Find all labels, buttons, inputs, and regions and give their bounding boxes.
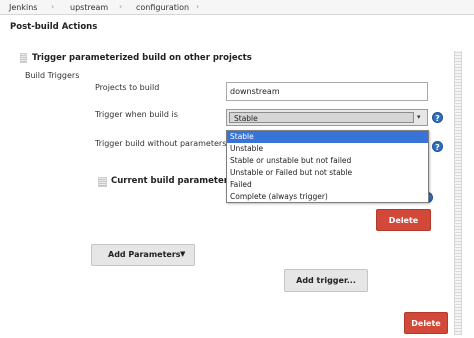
section-title: Post-build Actions <box>10 22 98 32</box>
step-title: Trigger parameterized build on other pro… <box>32 53 252 63</box>
breadcrumb-item-upstream[interactable]: upstream <box>70 3 108 12</box>
add-parameters-button[interactable]: Add Parameters ▼ <box>91 244 195 266</box>
build-triggers-label: Build Triggers <box>25 71 80 80</box>
help-icon[interactable]: ? <box>432 141 443 152</box>
dropdown-option[interactable]: Stable or unstable but not failed <box>227 155 428 167</box>
trigger-when-dropdown-list[interactable]: Stable Unstable Stable or unstable but n… <box>226 130 429 203</box>
breadcrumb-separator-icon: › <box>119 2 123 11</box>
delete-parameter-button[interactable]: Delete <box>376 209 431 231</box>
breadcrumb-separator-icon: › <box>196 2 200 11</box>
help-icon[interactable]: ? <box>432 112 443 123</box>
dropdown-option[interactable]: Stable <box>227 131 428 143</box>
breadcrumb: Jenkins › upstream › configuration › <box>0 0 474 15</box>
breadcrumb-separator-icon: › <box>51 2 55 11</box>
projects-to-build-input[interactable] <box>226 82 428 101</box>
dropdown-option[interactable]: Complete (always trigger) <box>227 191 428 203</box>
drag-handle-icon[interactable] <box>454 51 462 335</box>
chevron-down-icon: ▼ <box>180 250 186 258</box>
trigger-without-parameters-label: Trigger build without parameters <box>95 139 227 148</box>
add-parameters-label: Add Parameters <box>108 250 181 259</box>
drag-handle-icon[interactable] <box>20 53 27 63</box>
dropdown-option[interactable]: Failed <box>227 179 428 191</box>
trigger-when-selected-value: Stable <box>234 114 258 123</box>
breadcrumb-item-jenkins[interactable]: Jenkins <box>9 3 37 12</box>
breadcrumb-item-configuration[interactable]: configuration <box>136 3 189 12</box>
chevron-down-icon[interactable]: ▾ <box>417 113 421 121</box>
projects-to-build-label: Projects to build <box>95 83 160 92</box>
add-trigger-button[interactable]: Add trigger... <box>284 269 368 292</box>
dropdown-option[interactable]: Unstable <box>227 143 428 155</box>
delete-step-button[interactable]: Delete <box>404 312 448 334</box>
current-build-parameters-label: Current build parameters <box>111 176 233 186</box>
trigger-when-select-field[interactable]: Stable <box>229 112 414 123</box>
dropdown-option[interactable]: Unstable or Failed but not stable <box>227 167 428 179</box>
current-build-parameters-checkbox[interactable] <box>98 177 107 187</box>
trigger-when-label: Trigger when build is <box>95 110 178 119</box>
trigger-when-select[interactable]: Stable ▾ <box>226 109 428 126</box>
